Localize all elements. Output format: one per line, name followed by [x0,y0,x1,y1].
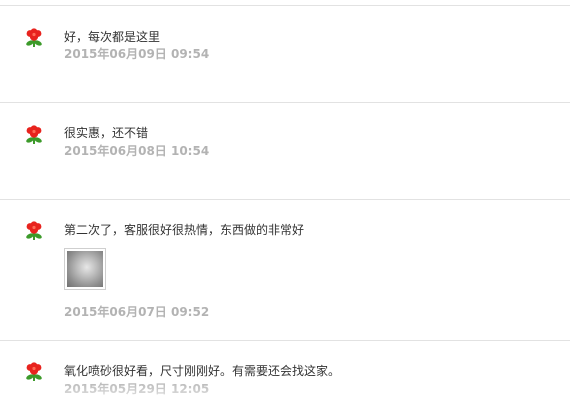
review-text: 很实惠，还不错 [64,126,149,140]
divider [0,102,570,103]
divider [0,199,570,200]
reviews-list: 好，每次都是这里 2015年06月09日 09:54 很实惠，还不错 2015年… [0,0,570,416]
review-date: 2015年06月07日 09:52 [64,305,210,319]
red-flower-icon [26,221,42,240]
review-photo-thumbnail[interactable] [64,248,106,290]
red-flower-icon [26,362,42,381]
review-date: 2015年05月29日 12:05 [64,382,210,396]
divider [0,340,570,341]
review-date: 2015年06月09日 09:54 [64,47,210,61]
review-text: 第二次了，客服很好很热情，东西做的非常好 [64,223,305,237]
photo-image [67,251,103,287]
review-date: 2015年06月08日 10:54 [64,144,210,158]
red-flower-icon [26,125,42,144]
review-text: 好，每次都是这里 [64,30,161,44]
red-flower-icon [26,28,42,47]
divider [0,5,570,6]
review-text: 氧化喷砂很好看，尺寸刚刚好。有需要还会找这家。 [64,364,341,378]
